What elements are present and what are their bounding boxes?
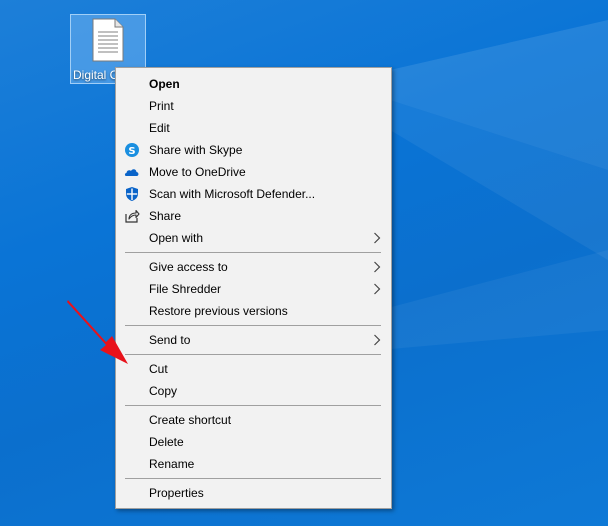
menu-item-label: Create shortcut [149, 413, 232, 427]
menu-item-rename[interactable]: Rename [116, 453, 391, 475]
menu-item-share-skype[interactable]: S Share with Skype [116, 139, 391, 161]
menu-item-label: Restore previous versions [149, 304, 288, 318]
menu-item-move-onedrive[interactable]: Move to OneDrive [116, 161, 391, 183]
menu-item-label: Scan with Microsoft Defender... [149, 187, 316, 201]
chevron-right-icon [374, 261, 381, 273]
menu-separator [125, 478, 381, 479]
context-menu: Open Print Edit S Share with Skype Move … [115, 67, 392, 509]
onedrive-icon [124, 169, 139, 176]
menu-item-label: Delete [149, 435, 184, 449]
menu-item-create-shortcut[interactable]: Create shortcut [116, 409, 391, 431]
chevron-right-icon [374, 334, 381, 346]
menu-item-label: Move to OneDrive [149, 165, 246, 179]
menu-item-give-access[interactable]: Give access to [116, 256, 391, 278]
red-arrow-annotation [67, 300, 128, 364]
menu-item-restore-versions[interactable]: Restore previous versions [116, 300, 391, 322]
menu-separator [125, 325, 381, 326]
menu-item-label: Copy [149, 384, 178, 398]
defender-icon [126, 187, 138, 201]
menu-item-delete[interactable]: Delete [116, 431, 391, 453]
chevron-right-icon [374, 232, 381, 244]
menu-separator [125, 354, 381, 355]
menu-item-share[interactable]: Share [116, 205, 391, 227]
share-icon [125, 209, 140, 223]
menu-item-label: Rename [149, 457, 195, 471]
menu-separator [125, 252, 381, 253]
menu-item-open-with[interactable]: Open with [116, 227, 391, 249]
menu-item-print[interactable]: Print [116, 95, 391, 117]
menu-item-label: Open with [149, 231, 204, 245]
menu-item-open[interactable]: Open [116, 73, 391, 95]
menu-item-label: Cut [149, 362, 168, 376]
menu-item-label: Give access to [149, 260, 228, 274]
menu-item-label: Properties [149, 486, 204, 500]
menu-item-file-shredder[interactable]: File Shredder [116, 278, 391, 300]
menu-item-scan-defender[interactable]: Scan with Microsoft Defender... [116, 183, 391, 205]
menu-item-label: Share with Skype [149, 143, 243, 157]
chevron-right-icon [374, 283, 381, 295]
menu-item-copy[interactable]: Copy [116, 380, 391, 402]
menu-item-label: Print [149, 99, 174, 113]
menu-item-label: File Shredder [149, 282, 222, 296]
menu-item-label: Share [149, 209, 182, 223]
menu-item-label: Open [149, 77, 180, 91]
document-icon [92, 18, 124, 62]
skype-icon: S [125, 143, 139, 157]
menu-separator [125, 405, 381, 406]
menu-item-label: Send to [149, 333, 191, 347]
menu-item-label: Edit [149, 121, 170, 135]
menu-item-send-to[interactable]: Send to [116, 329, 391, 351]
menu-item-cut[interactable]: Cut [116, 358, 391, 380]
menu-item-properties[interactable]: Properties [116, 482, 391, 504]
menu-item-edit[interactable]: Edit [116, 117, 391, 139]
svg-text:S: S [128, 146, 135, 157]
